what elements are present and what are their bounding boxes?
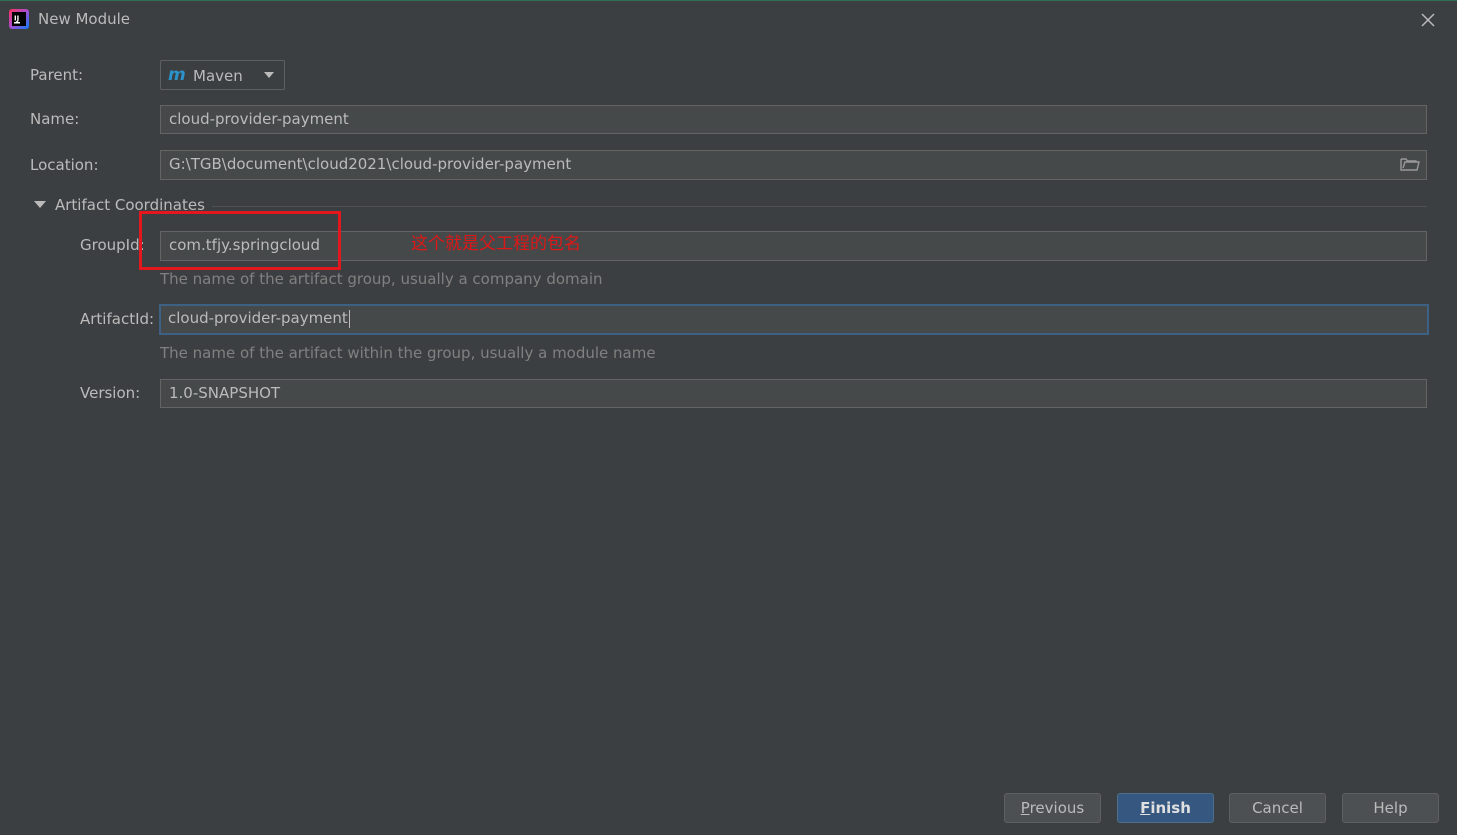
artifactid-hint: The name of the artifact within the grou… <box>160 344 656 362</box>
name-value: cloud-provider-payment <box>169 110 349 128</box>
previous-button[interactable]: Previous <box>1004 793 1101 823</box>
maven-icon: m <box>168 65 186 85</box>
close-icon[interactable] <box>1418 10 1438 30</box>
name-field[interactable]: cloud-provider-payment <box>160 105 1427 134</box>
location-label: Location: <box>30 156 99 174</box>
chevron-down-icon <box>264 72 274 78</box>
version-field[interactable]: 1.0-SNAPSHOT <box>160 379 1427 408</box>
help-button[interactable]: Help <box>1342 793 1439 823</box>
groupid-label: GroupId: <box>80 236 145 254</box>
parent-value: Maven <box>193 67 243 85</box>
groupid-field[interactable]: com.tfjy.springcloud <box>160 231 1427 261</box>
artifactid-value: cloud-provider-payment <box>168 309 348 327</box>
annotation-highlight-box <box>139 211 341 270</box>
artifactid-field[interactable]: cloud-provider-payment <box>159 304 1429 335</box>
finish-mnemonic: F <box>1140 799 1151 817</box>
previous-label: revious <box>1029 799 1085 817</box>
dialog-title: New Module <box>38 10 131 28</box>
parent-dropdown[interactable]: m Maven <box>160 60 285 90</box>
version-value: 1.0-SNAPSHOT <box>169 384 281 402</box>
new-module-dialog: IJ New Module Parent: m Maven Name: clou… <box>0 0 1457 835</box>
previous-mnemonic: P <box>1020 799 1030 817</box>
annotation-note: 这个就是父工程的包名 <box>411 234 581 254</box>
artifactid-label: ArtifactId: <box>80 310 155 328</box>
finish-button[interactable]: Finish <box>1117 793 1214 823</box>
cancel-button[interactable]: Cancel <box>1229 793 1326 823</box>
intellij-idea-icon: IJ <box>9 9 29 29</box>
title-bar: IJ New Module <box>0 1 1457 39</box>
parent-label: Parent: <box>30 66 84 84</box>
folder-icon[interactable] <box>1400 156 1420 172</box>
text-caret <box>348 309 350 328</box>
svg-text:IJ: IJ <box>14 15 19 23</box>
location-value: G:\TGB\document\cloud2021\cloud-provider… <box>169 155 572 173</box>
finish-label: inish <box>1150 799 1191 817</box>
section-divider <box>212 206 1427 207</box>
triangle-down-icon[interactable] <box>34 201 46 208</box>
groupid-hint: The name of the artifact group, usually … <box>160 270 603 288</box>
name-label: Name: <box>30 110 80 128</box>
version-label: Version: <box>80 384 141 402</box>
location-field[interactable]: G:\TGB\document\cloud2021\cloud-provider… <box>160 150 1427 180</box>
